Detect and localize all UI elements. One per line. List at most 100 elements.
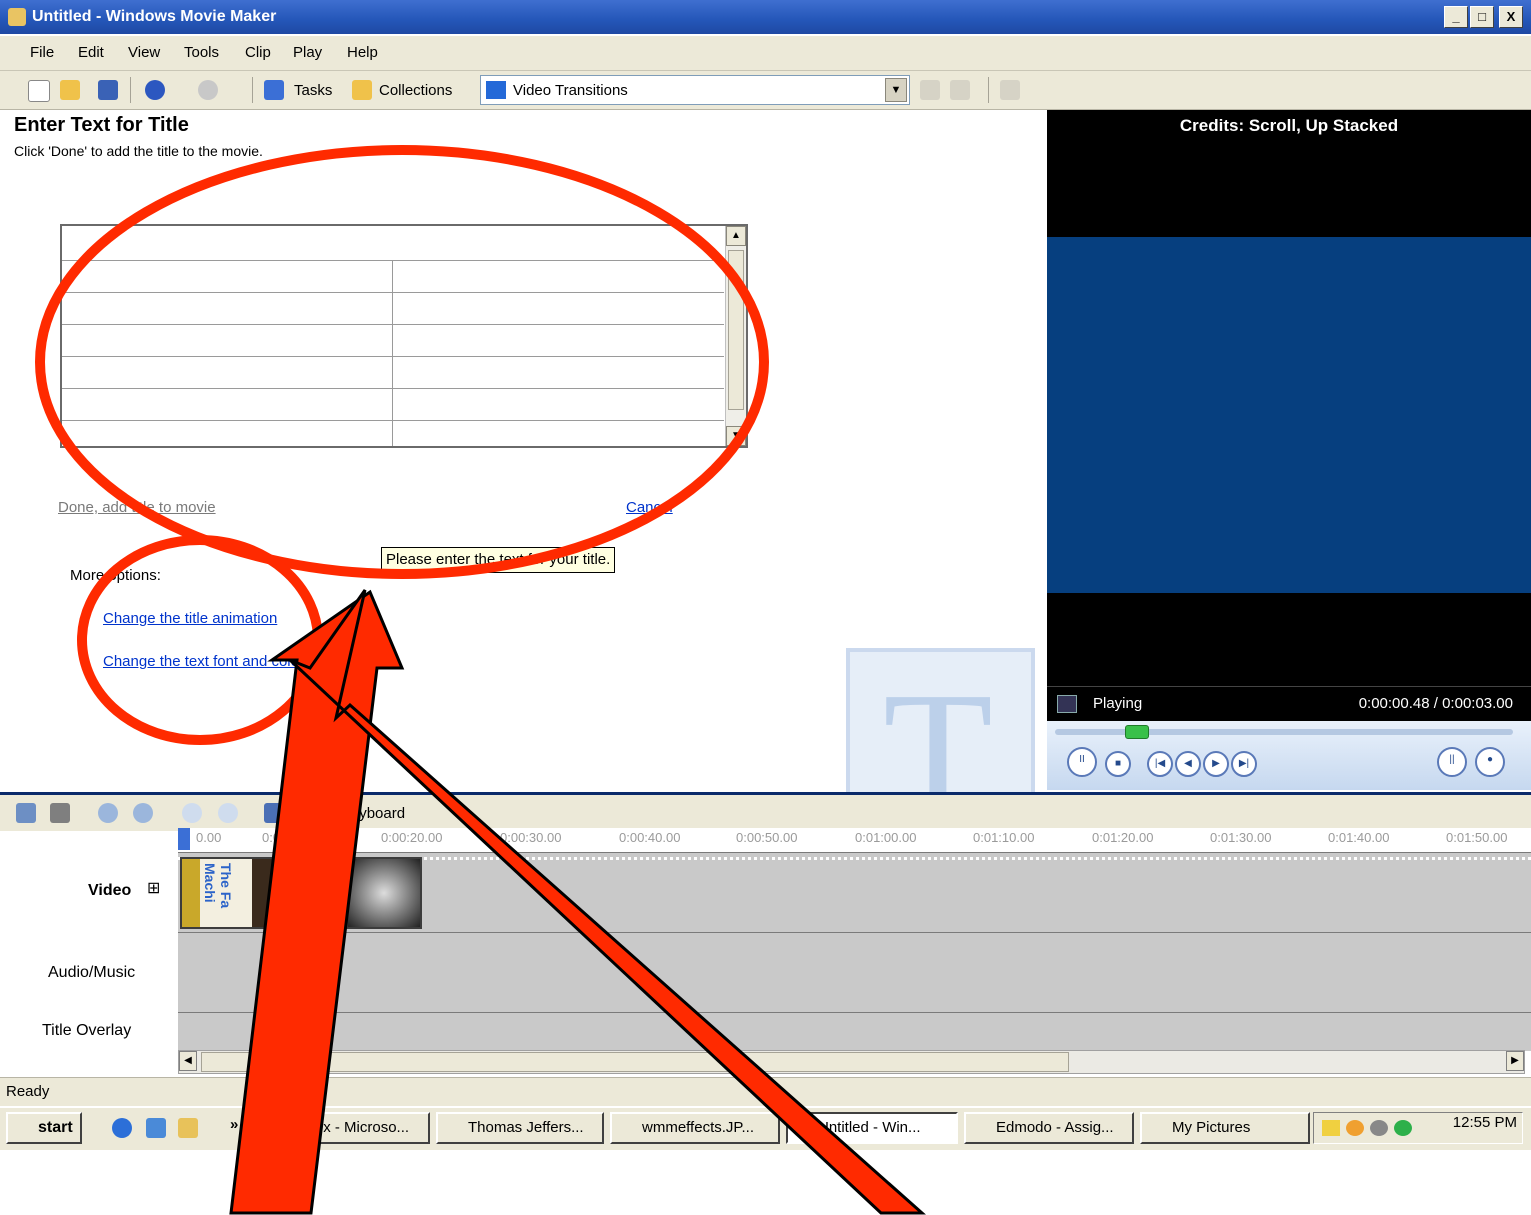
title-clip-text: The Fa Machi — [202, 863, 234, 909]
timeline-scrollbar[interactable]: ◀ ▶ — [178, 1050, 1525, 1074]
scroll-left-icon[interactable]: ◀ — [179, 1051, 197, 1071]
scroll-up-icon[interactable]: ▲ — [726, 226, 746, 246]
take-picture-icon[interactable]: ● — [1475, 747, 1505, 777]
scroll-thumb[interactable] — [201, 1052, 1069, 1072]
taskbar-my-pictures[interactable]: My Pictures — [1140, 1112, 1310, 1144]
expand-video-icon[interactable]: ⊞ — [147, 878, 160, 898]
title-text-entry-grid[interactable]: ▲ ▼ — [60, 224, 748, 448]
playback-status: Playing — [1093, 695, 1143, 712]
tasks-icon[interactable] — [264, 80, 284, 100]
taskbar-movie-maker[interactable]: Untitled - Win... — [786, 1112, 958, 1144]
video-track[interactable]: The Fa Machi — [178, 852, 1531, 933]
stop-icon[interactable]: ■ — [1105, 751, 1131, 777]
menu-bar: File Edit View Tools Clip Play Help — [0, 36, 1531, 71]
text-grid-scrollbar[interactable]: ▲ ▼ — [725, 226, 746, 446]
open-project-icon[interactable] — [60, 80, 80, 100]
ruler-tick: 0:01:30.00 — [1210, 830, 1272, 845]
taskbar-inbox[interactable]: Inbox - Microso... — [262, 1112, 430, 1144]
ruler-tick: 0:01:00.00 — [855, 830, 917, 845]
zoom-in-icon[interactable] — [98, 803, 118, 823]
menu-view[interactable]: View — [128, 44, 160, 61]
status-bar: Ready — [0, 1077, 1531, 1106]
change-title-animation-link[interactable]: Change the title animation — [103, 610, 277, 627]
pause-timeline-icon[interactable] — [218, 803, 238, 823]
collections-dropdown[interactable]: Video Transitions ▼ — [480, 75, 910, 105]
cancel-link[interactable]: Cancel — [626, 499, 673, 516]
audio-track[interactable] — [178, 932, 1531, 1013]
next-frame-icon[interactable]: ▶| — [1231, 751, 1257, 777]
playhead-marker[interactable] — [178, 828, 190, 850]
grid-line — [62, 420, 724, 421]
done-add-title-link[interactable]: Done, add title to movie — [58, 499, 216, 516]
taskbar-wmmeffects[interactable]: wmmeffects.JP... — [610, 1112, 780, 1144]
maximize-button[interactable]: □ — [1470, 6, 1494, 28]
menu-clip[interactable]: Clip — [245, 44, 271, 61]
narrate-timeline-icon[interactable] — [50, 803, 70, 823]
image-clip[interactable] — [346, 857, 422, 929]
preview-video-area — [1047, 237, 1531, 593]
dropdown-arrow-icon[interactable]: ▼ — [885, 78, 907, 102]
rewind-icon[interactable]: ◀ — [1175, 751, 1201, 777]
grid-line — [62, 292, 724, 293]
set-audio-levels-icon[interactable] — [16, 803, 36, 823]
scroll-thumb[interactable] — [728, 250, 744, 410]
collections-button[interactable]: Collections — [379, 82, 452, 99]
playback-status-strip: Playing 0:00:00.48 / 0:00:03.00 — [1047, 686, 1531, 721]
menu-play[interactable]: Play — [293, 44, 322, 61]
pause-icon[interactable]: II — [1067, 747, 1097, 777]
ie-quicklaunch-icon[interactable] — [112, 1118, 132, 1138]
scroll-down-icon[interactable]: ▼ — [726, 426, 746, 446]
taskbar: start » Inbox - Microso... Thomas Jeffer… — [0, 1106, 1531, 1150]
menu-file[interactable]: File — [30, 44, 54, 61]
change-text-font-link[interactable]: Change the text font and color — [103, 653, 304, 670]
rewind-timeline-icon[interactable] — [182, 803, 202, 823]
more-options-label: More options: — [70, 567, 161, 584]
title-overlay-track[interactable] — [178, 1012, 1531, 1051]
seek-slider-handle[interactable] — [1125, 725, 1149, 739]
minimize-button[interactable]: _ — [1444, 6, 1468, 28]
ruler-tick: 0:01:50.00 — [1446, 830, 1508, 845]
save-icon[interactable] — [98, 80, 118, 100]
window-title-bar[interactable]: Untitled - Windows Movie Maker _ □ X — [0, 0, 1531, 34]
show-storyboard-button[interactable]: Show Storyboard — [290, 805, 405, 822]
menu-help[interactable]: Help — [347, 44, 378, 61]
collections-icon[interactable] — [352, 80, 372, 100]
redo-icon[interactable] — [198, 80, 218, 100]
new-folder-icon[interactable] — [950, 80, 970, 100]
start-button[interactable]: start — [6, 1112, 82, 1144]
seek-bar[interactable] — [1055, 729, 1513, 735]
grid-line — [62, 260, 724, 261]
time-ruler[interactable]: 0.00 0:00:10.00 0:00:20.00 0:00:30.00 0:… — [178, 828, 1531, 852]
menu-edit[interactable]: Edit — [78, 44, 104, 61]
new-project-icon[interactable] — [28, 80, 50, 102]
up-folder-icon[interactable] — [920, 80, 940, 100]
timeline: Video ⊞ Audio/Music Title Overlay The Fa… — [0, 852, 1531, 1052]
grid-line — [62, 324, 724, 325]
window-title: Untitled - Windows Movie Maker — [32, 8, 277, 25]
forward-icon[interactable]: ▶ — [1203, 751, 1229, 777]
previous-frame-icon[interactable]: |◀ — [1147, 751, 1173, 777]
taskbar-thomas-jefferson[interactable]: Thomas Jeffers... — [436, 1112, 604, 1144]
views-icon[interactable] — [1000, 80, 1020, 100]
taskbar-edmodo[interactable]: Edmodo - Assig... — [964, 1112, 1134, 1144]
network-tray-icon[interactable] — [1370, 1120, 1388, 1136]
menu-tools[interactable]: Tools — [184, 44, 219, 61]
security-tray-icon[interactable] — [1394, 1120, 1412, 1136]
close-button[interactable]: X — [1499, 6, 1523, 28]
mail-tray-icon[interactable] — [1322, 1120, 1340, 1136]
outlook-tray-icon[interactable] — [1346, 1120, 1364, 1136]
split-clip-icon[interactable]: || — [1437, 747, 1467, 777]
quicklaunch-chevron[interactable]: » — [230, 1116, 238, 1133]
storyboard-icon[interactable] — [264, 803, 284, 823]
title-clip[interactable]: The Fa Machi — [180, 857, 280, 929]
audio-track-label: Audio/Music — [48, 964, 136, 981]
transition-placeholder[interactable] — [281, 857, 343, 929]
undo-icon[interactable] — [145, 80, 165, 100]
toolbar-separator — [988, 77, 989, 103]
tasks-button[interactable]: Tasks — [294, 82, 332, 99]
scroll-right-icon[interactable]: ▶ — [1506, 1051, 1524, 1071]
zoom-out-icon[interactable] — [133, 803, 153, 823]
desktop-quicklaunch-icon[interactable] — [146, 1118, 166, 1138]
full-screen-icon[interactable] — [1057, 695, 1077, 713]
folder-quicklaunch-icon[interactable] — [178, 1118, 198, 1138]
